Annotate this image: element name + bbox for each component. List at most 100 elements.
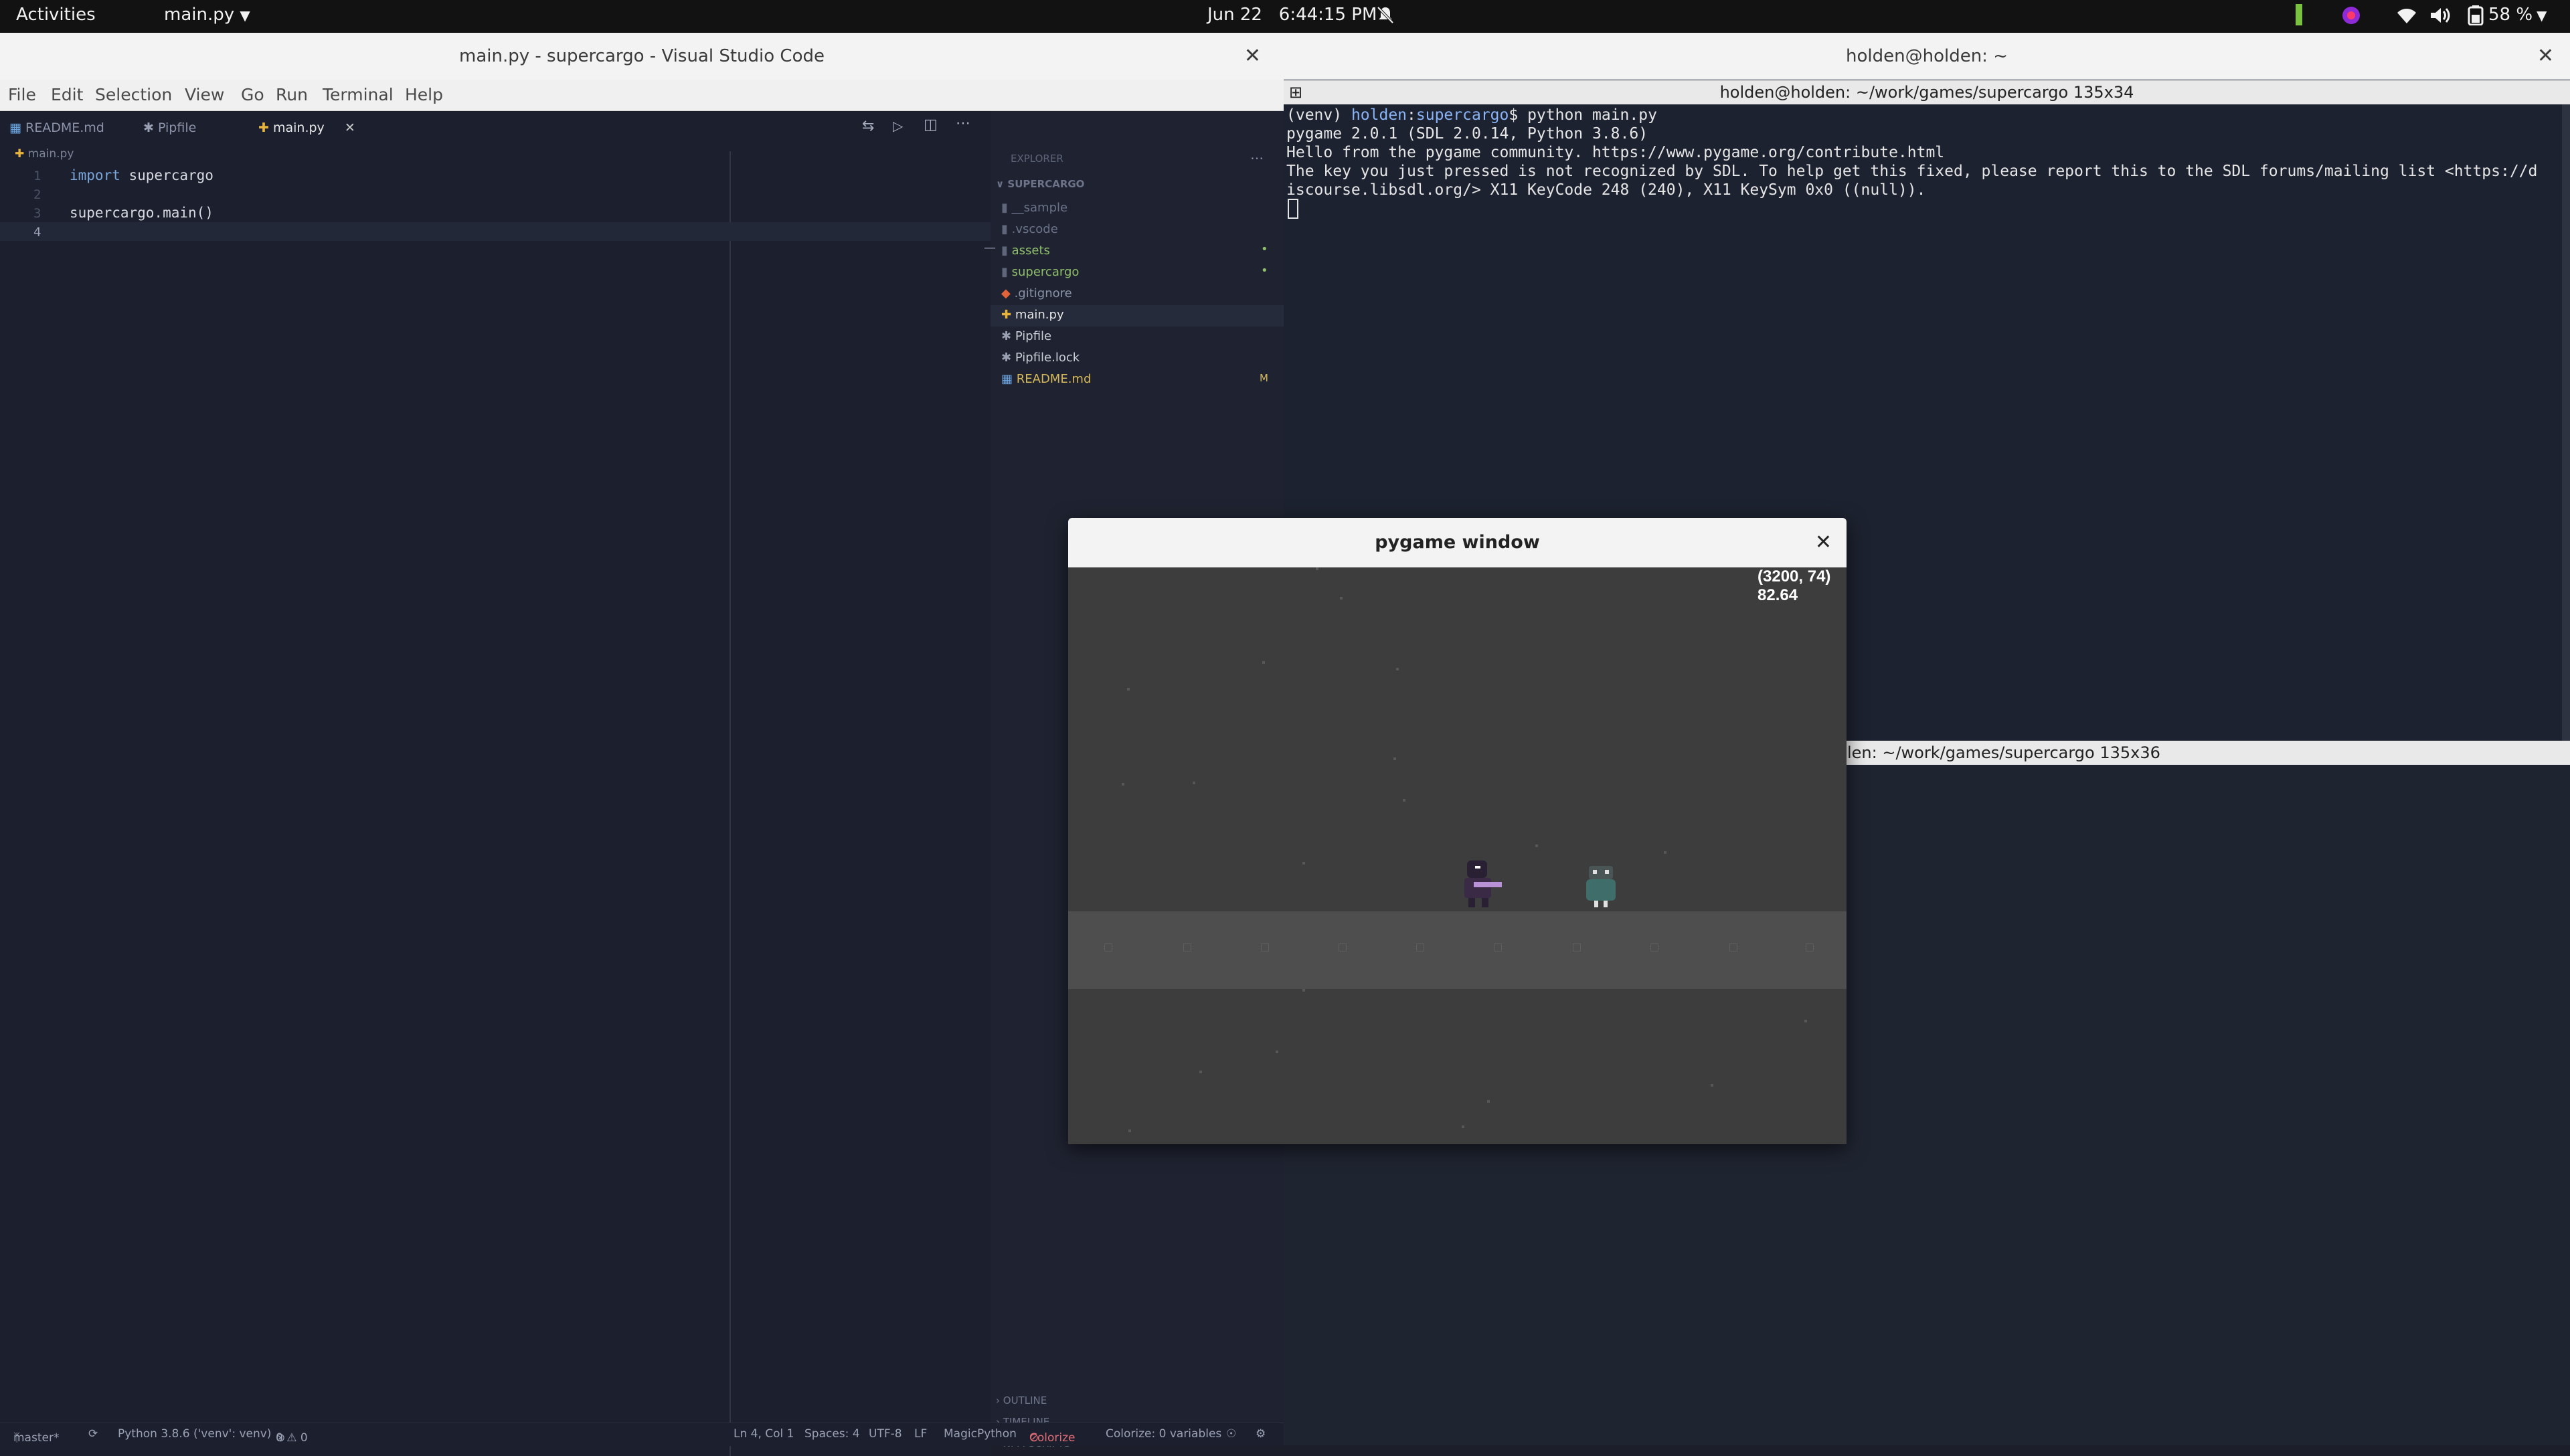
volume-icon[interactable] <box>2429 6 2452 29</box>
hud-position: (3200, 74) <box>1758 567 1831 585</box>
feedback-icon[interactable]: ☉ <box>1226 1427 1236 1441</box>
tree-item-file[interactable]: ✱ Pipfile.lock <box>1001 351 1080 365</box>
outline-section[interactable]: › OUTLINE <box>996 1394 1047 1406</box>
terminal-titlebar[interactable]: holden@holden: ~ ✕ <box>1284 33 2570 80</box>
menu-terminal[interactable]: Terminal <box>323 85 394 104</box>
star <box>1462 1125 1464 1128</box>
time: 6:44:15 PM <box>1278 5 1377 25</box>
star <box>1276 1051 1278 1053</box>
app-menu-label: main.py <box>164 5 235 25</box>
pane-title-text: len: ~/work/games/supercargo 135x36 <box>1847 743 2160 762</box>
tab-readme[interactable]: ▦ README.md <box>9 111 104 145</box>
folder-icon: ▮ <box>1001 265 1008 279</box>
breadcrumb[interactable]: ✚ main.py <box>15 147 74 161</box>
tree-item-file[interactable]: ◆ .gitignore <box>1001 286 1072 300</box>
menu-edit[interactable]: Edit <box>51 85 83 104</box>
code-text: supercargo <box>120 167 213 183</box>
tree-item-folder[interactable]: ▮ supercargo <box>1001 265 1079 279</box>
section-label: OUTLINE <box>1003 1394 1047 1406</box>
tree-item-folder[interactable]: ▮ assets <box>1001 244 1050 258</box>
status-indicator-icon <box>2296 4 2302 30</box>
menu-selection[interactable]: Selection <box>95 85 172 104</box>
split-editor-icon[interactable]: ◫ <box>924 116 938 133</box>
star <box>1487 1100 1490 1103</box>
vscode-titlebar[interactable]: main.py - supercargo - Visual Studio Cod… <box>0 33 1284 80</box>
run-icon[interactable]: ▷ <box>893 118 903 134</box>
menu-help[interactable]: Help <box>405 85 443 104</box>
colorize-variables[interactable]: Colorize: 0 variables <box>1106 1427 1221 1441</box>
notifications-icon[interactable]: ⚙ <box>1256 1427 1266 1441</box>
star <box>1403 799 1405 802</box>
tree-item-file-selected[interactable]: ✚ main.py <box>1001 308 1064 322</box>
tree-item-file[interactable]: ✱ Pipfile <box>1001 329 1051 343</box>
app-menu[interactable]: main.py ▼ <box>164 5 250 25</box>
modified-dot: • <box>1261 264 1268 278</box>
wifi-icon[interactable] <box>2396 6 2417 29</box>
language-mode[interactable]: MagicPython <box>944 1427 1017 1441</box>
tree-item-file[interactable]: ▦ README.md <box>1001 372 1091 386</box>
close-icon[interactable]: ✕ <box>1815 518 1832 567</box>
menu-run[interactable]: Run <box>276 85 308 104</box>
explorer-more-icon[interactable]: ⋯ <box>1250 150 1264 166</box>
clock[interactable]: Jun 22 6:44:15 PM <box>1207 5 1377 25</box>
item-label: Pipfile <box>1015 329 1052 343</box>
ruler-line <box>730 151 731 1456</box>
indentation[interactable]: Spaces: 4 <box>804 1427 860 1441</box>
battery-icon[interactable] <box>2467 5 2484 30</box>
pane-title-text: holden@holden: ~/work/games/supercargo 1… <box>1719 83 2134 102</box>
system-menu-caret-icon[interactable]: ▼ <box>2537 7 2547 23</box>
menu-file[interactable]: File <box>8 85 36 104</box>
player-sprite <box>1464 860 1502 907</box>
item-label: __sample <box>1011 201 1068 215</box>
star <box>1535 844 1538 847</box>
battery-percent: 58 % <box>2488 5 2533 25</box>
code-line: supercargo.main() <box>70 205 213 221</box>
encoding[interactable]: UTF-8 <box>869 1427 902 1441</box>
code-editor[interactable]: ✚ main.py 1 import supercargo 2 3 superc… <box>0 145 991 1456</box>
caret-down-icon: ▼ <box>240 7 250 23</box>
line-number: 2 <box>33 187 41 202</box>
gnome-top-bar: Activities main.py ▼ Jun 22 6:44:15 PM 5… <box>0 0 2570 33</box>
prompt-sep: : <box>1407 106 1416 124</box>
folder-icon: ▮ <box>1001 201 1008 215</box>
star <box>1393 757 1396 760</box>
terminal-prompt-line: (venv) holden:supercargo$ python main.py <box>1286 106 1657 124</box>
line-ending[interactable]: LF <box>914 1427 927 1441</box>
star <box>1127 688 1130 691</box>
project-header[interactable]: ∨ SUPERCARGO <box>996 178 1084 190</box>
menu-view[interactable]: View <box>185 85 224 104</box>
close-icon[interactable]: ✕ <box>2537 33 2554 80</box>
floor-rivet <box>1261 943 1269 951</box>
app-indicator-icon <box>2341 5 2361 30</box>
tree-item-folder[interactable]: ▮ .vscode <box>1001 222 1058 236</box>
tab-main-py[interactable]: ✚ main.py ✕ <box>258 111 367 146</box>
menu-go[interactable]: Go <box>241 85 264 104</box>
floor-rivet <box>1416 943 1424 951</box>
star <box>1302 989 1305 992</box>
star <box>1199 1071 1202 1073</box>
more-actions-icon[interactable]: ⋯ <box>956 115 970 132</box>
pygame-titlebar[interactable]: pygame window ✕ <box>1068 518 1847 567</box>
close-icon[interactable]: ✕ <box>1244 33 1261 80</box>
cursor-position[interactable]: Ln 4, Col 1 <box>734 1427 794 1441</box>
prompt-venv: (venv) <box>1286 106 1351 124</box>
layout-icon[interactable]: ⊞ <box>1289 80 1302 104</box>
terminal-pane-title: ⊞ holden@holden: ~/work/games/supercargo… <box>1284 80 2570 104</box>
activities-button[interactable]: Activities <box>16 5 96 25</box>
python-interpreter[interactable]: Python 3.8.6 ('venv': venv) <box>118 1427 271 1441</box>
sync-icon[interactable]: ⟳ <box>88 1427 98 1441</box>
open-changes-icon[interactable]: ⇆ <box>862 118 874 134</box>
line-number: 4 <box>33 225 41 240</box>
tab-pipfile[interactable]: ✱ Pipfile <box>143 111 196 145</box>
terminal-scrollbar[interactable] <box>2562 104 2570 774</box>
editor-tabs: ▦ README.md ✱ Pipfile ✚ main.py ✕ ⇆ ▷ ◫ … <box>0 111 991 146</box>
prompt-command: $ python main.py <box>1509 106 1657 124</box>
tab-close-icon[interactable]: ✕ <box>345 120 355 135</box>
terminal-output-line: iscourse.libsdl.org/> X11 KeyCode 248 (2… <box>1286 181 1926 199</box>
status-bar: ᛉ master* ⟳ Python 3.8.6 ('venv': venv) … <box>0 1423 1284 1446</box>
star <box>1396 668 1399 670</box>
tree-item-folder[interactable]: ▮ __sample <box>1001 201 1067 215</box>
game-canvas[interactable]: (3200, 74) 82.64 <box>1068 567 1847 1144</box>
window-title: pygame window <box>1375 532 1540 553</box>
floor-rivet <box>1494 943 1502 951</box>
